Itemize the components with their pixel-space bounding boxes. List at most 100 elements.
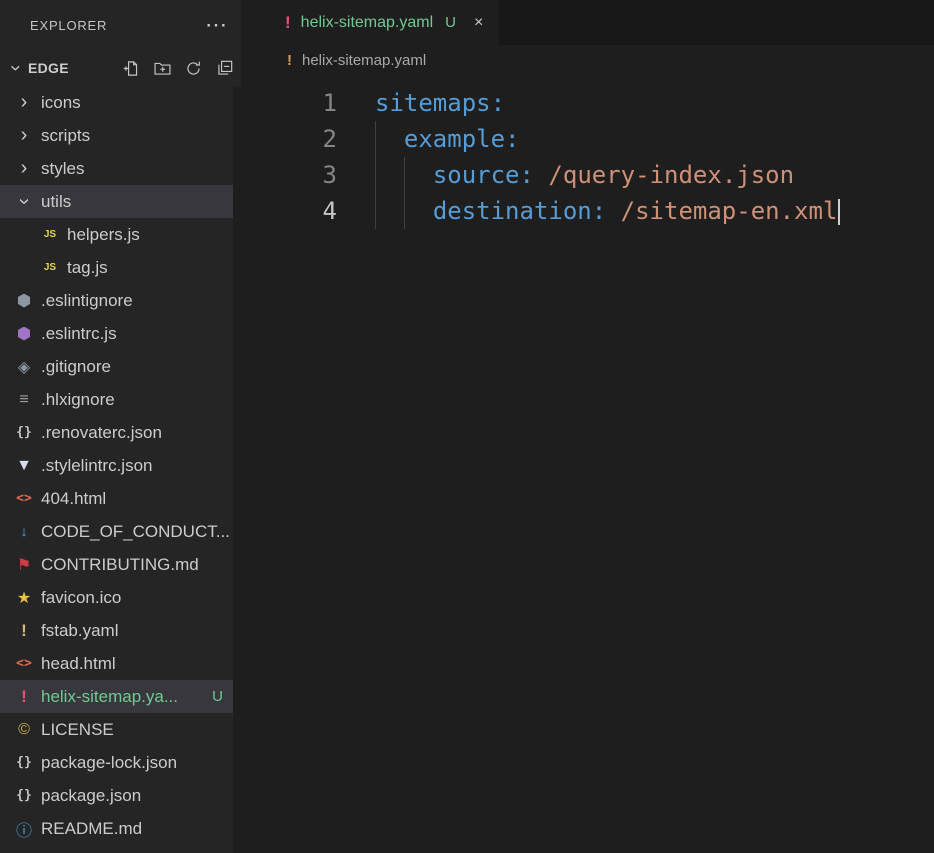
file-package-lock-json[interactable]: {} package-lock.json (0, 746, 233, 779)
json-icon: {} (12, 746, 36, 779)
chevron-right-icon: › (12, 119, 36, 152)
more-actions-icon[interactable]: ⋯ (205, 14, 227, 36)
file-gitignore[interactable]: ◈ .gitignore (0, 350, 233, 383)
yaml-icon: ! (12, 614, 36, 647)
explorer-title: EXPLORER (30, 18, 107, 33)
yaml-icon: ! (285, 13, 291, 33)
file-404-html[interactable]: <> 404.html (0, 482, 233, 515)
tree-item-label: package-lock.json (41, 753, 177, 773)
tree-item-label: head.html (41, 654, 116, 674)
tree-item-label: .eslintignore (41, 291, 133, 311)
vscode-window: EXPLORER ⋯ › EDGE (0, 0, 934, 853)
new-folder-icon[interactable] (154, 60, 171, 77)
breadcrumb-item-file[interactable]: helix-sitemap.yaml (302, 52, 426, 69)
ignore-file-icon: ≡ (12, 383, 36, 416)
line-number: 1 (241, 85, 375, 121)
tree-item-label: CODE_OF_CONDUCT... (41, 522, 230, 542)
tree-item-label: .gitignore (41, 357, 111, 377)
html-icon: <> (12, 482, 36, 515)
chevron-right-icon: › (12, 152, 36, 185)
line-content: example: (375, 121, 520, 157)
tree-item-label: CONTRIBUTING.md (41, 555, 199, 575)
folder-scripts[interactable]: › scripts (0, 119, 233, 152)
explorer-sidebar: EXPLORER ⋯ › EDGE (0, 0, 241, 853)
file-helix-sitemap-ya[interactable]: ! helix-sitemap.ya... U (0, 680, 233, 713)
editor-group: ! helix-sitemap.yaml U × ! helix-sitemap… (241, 0, 934, 853)
explorer-header: EXPLORER ⋯ (0, 0, 241, 50)
code-token (534, 161, 548, 189)
code-token: source: (433, 161, 534, 189)
file-helpers-js[interactable]: JS helpers.js (0, 218, 233, 251)
code-token: destination: (433, 197, 606, 225)
tree-item-label: utils (41, 192, 71, 212)
chevron-right-icon: › (12, 86, 36, 119)
file-stylelintrc-json[interactable]: ▼ .stylelintrc.json (0, 449, 233, 482)
file-hlxignore[interactable]: ≡ .hlxignore (0, 383, 233, 416)
collapse-folders-icon[interactable] (216, 60, 233, 77)
file-renovaterc-json[interactable]: {} .renovaterc.json (0, 416, 233, 449)
tree-item-label: fstab.yaml (41, 621, 118, 641)
sidebar-scrollbar[interactable] (233, 86, 241, 853)
license-icon: © (12, 713, 36, 746)
code-line[interactable]: 3 source: /query-index.json (241, 157, 934, 193)
html-icon: <> (12, 647, 36, 680)
markdown-icon: ↓ (12, 515, 36, 548)
folder-utils[interactable]: › utils (0, 185, 233, 218)
eslint-icon (12, 284, 36, 317)
javascript-icon: JS (38, 251, 62, 284)
code-line[interactable]: 2 example: (241, 121, 934, 157)
file-favicon-ico[interactable]: ★ favicon.ico (0, 581, 233, 614)
yaml-icon: ! (12, 680, 36, 713)
line-content: sitemaps: (375, 85, 505, 121)
tab-helix-sitemap-yaml[interactable]: ! helix-sitemap.yaml U × (241, 0, 499, 45)
line-number: 3 (241, 157, 375, 193)
text-cursor (838, 199, 840, 225)
folder-icons[interactable]: › icons (0, 86, 233, 119)
code-token (606, 197, 620, 225)
json-icon: {} (12, 779, 36, 812)
file-package-json[interactable]: {} package.json (0, 779, 233, 812)
eslint-icon (12, 317, 36, 350)
tree-item-label: README.md (41, 819, 142, 839)
folder-styles[interactable]: › styles (0, 152, 233, 185)
git-status-badge: U (212, 688, 233, 705)
indent-guide (404, 157, 433, 193)
line-number: 2 (241, 121, 375, 157)
line-content: destination: /sitemap-en.xml (375, 193, 840, 229)
tree-item-label: .stylelintrc.json (41, 456, 152, 476)
refresh-icon[interactable] (185, 60, 202, 77)
file-fstab-yaml[interactable]: ! fstab.yaml (0, 614, 233, 647)
file-code-of-conduct[interactable]: ↓ CODE_OF_CONDUCT... (0, 515, 233, 548)
file-tag-js[interactable]: JS tag.js (0, 251, 233, 284)
tree-item-label: helix-sitemap.ya... (41, 687, 178, 707)
tree-item-label: .renovaterc.json (41, 423, 162, 443)
code-line[interactable]: 4 destination: /sitemap-en.xml (241, 193, 934, 229)
file-eslintrc-js[interactable]: .eslintrc.js (0, 317, 233, 350)
tree-item-label: helpers.js (67, 225, 140, 245)
indent-guide (375, 121, 404, 157)
file-head-html[interactable]: <> head.html (0, 647, 233, 680)
new-file-icon[interactable] (123, 60, 140, 77)
tree-item-label: .hlxignore (41, 390, 115, 410)
code-editor[interactable]: 1 sitemaps: 2 example: 3 source: /query-… (241, 75, 934, 853)
file-contributing-md[interactable]: ⚑ CONTRIBUTING.md (0, 548, 233, 581)
file-readme-md[interactable]: ⓘ README.md (0, 812, 233, 845)
section-title: EDGE (28, 60, 69, 76)
yaml-icon: ! (287, 52, 292, 69)
file-license[interactable]: © LICENSE (0, 713, 233, 746)
indent-guide (375, 193, 404, 229)
section-actions (123, 60, 233, 77)
git-status-badge: U (445, 14, 456, 31)
indent-guide (375, 157, 404, 193)
code-token: /sitemap-en.xml (621, 197, 838, 225)
chevron-down-icon: › (4, 57, 26, 79)
favicon-icon: ★ (12, 581, 36, 614)
section-header-edge[interactable]: › EDGE (0, 50, 241, 86)
code-line[interactable]: 1 sitemaps: (241, 85, 934, 121)
close-icon[interactable]: × (474, 14, 483, 32)
code-token: example: (404, 125, 520, 153)
file-eslintignore[interactable]: .eslintignore (0, 284, 233, 317)
stylelint-icon: ▼ (12, 449, 36, 482)
tree-item-label: 404.html (41, 489, 106, 509)
tree-item-label: favicon.ico (41, 588, 121, 608)
